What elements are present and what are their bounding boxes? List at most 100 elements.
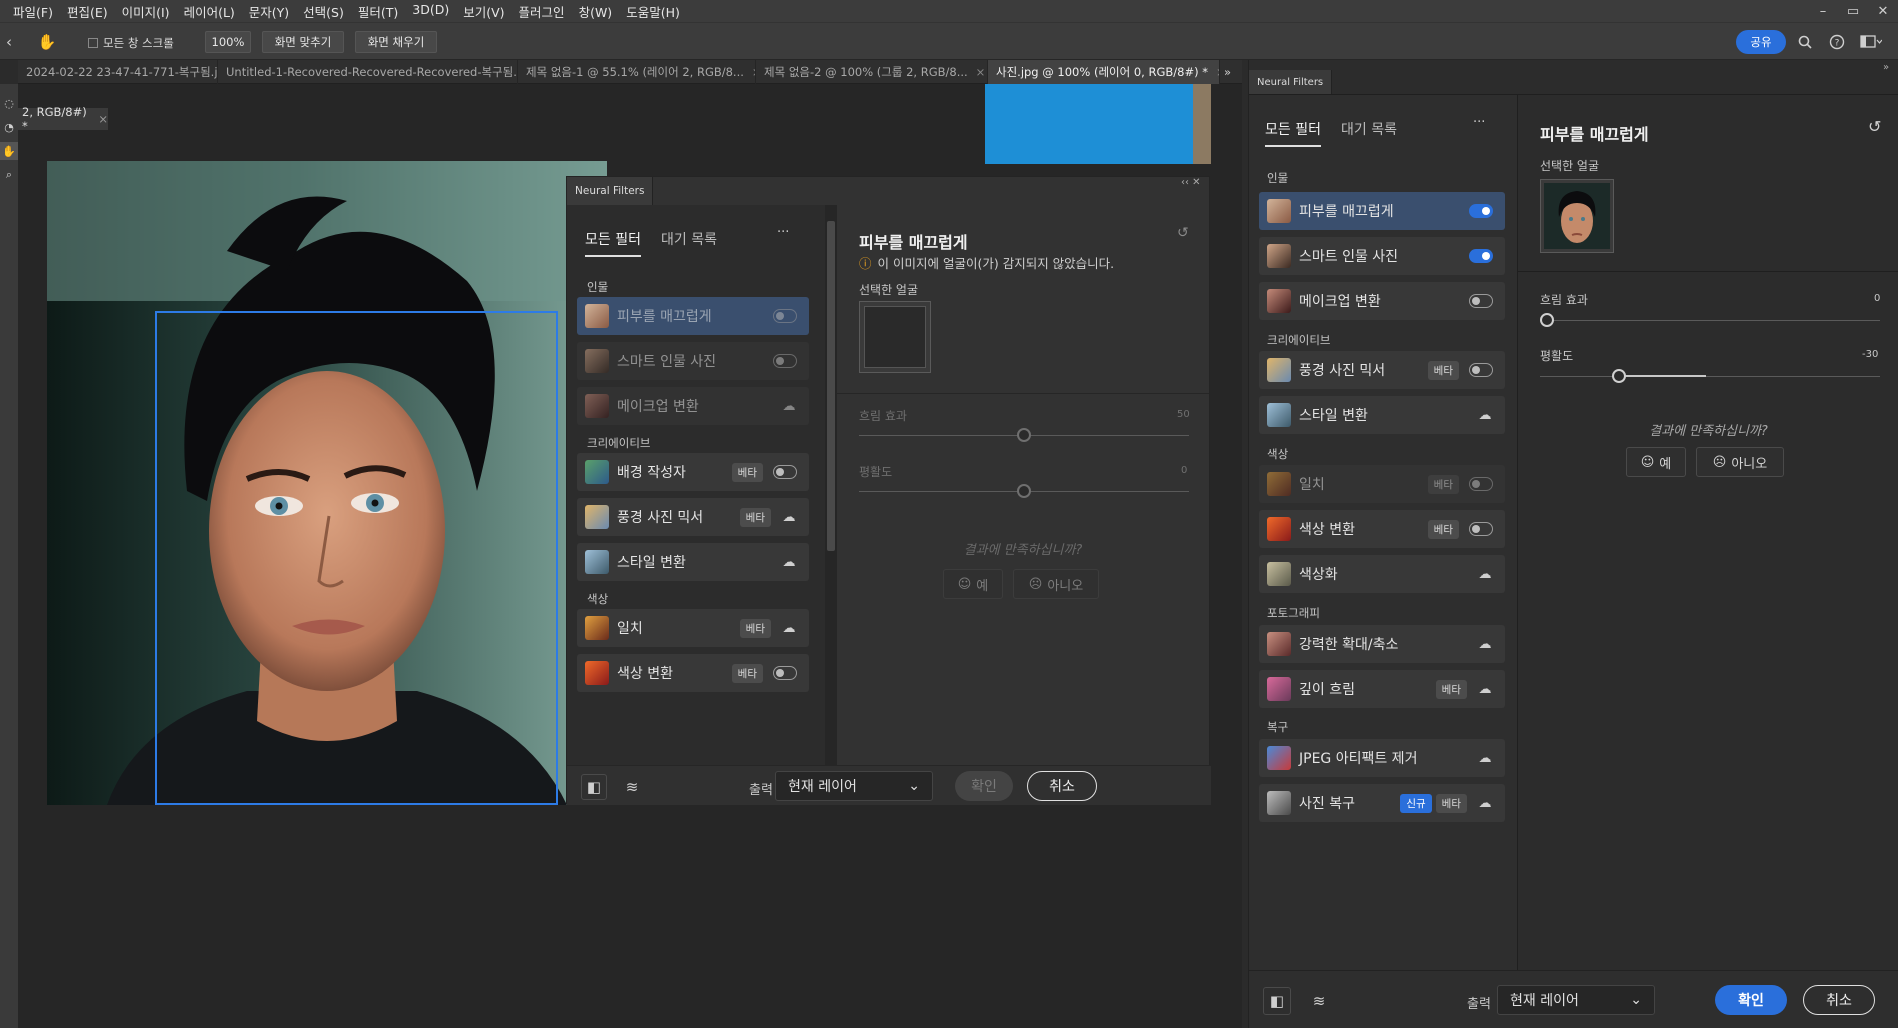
hand-tool-icon[interactable]: ✋	[36, 32, 58, 52]
tab-doc-4[interactable]: 제목 없음-2 @ 100% (그룹 2, RGB/8... ×	[756, 60, 988, 84]
filter-toggle[interactable]	[1469, 477, 1493, 491]
cloud-download-icon[interactable]: ☁	[1477, 637, 1493, 652]
feedback-yes-button[interactable]: ☺ 예	[1626, 447, 1686, 477]
collapse-icon[interactable]: »	[1883, 62, 1889, 73]
layers-icon[interactable]: ≋	[619, 774, 645, 800]
hand-tool-icon[interactable]: ✋	[0, 142, 18, 160]
preview-toggle-icon[interactable]: ◧	[1263, 987, 1291, 1015]
menu-item[interactable]: 필터(T)	[351, 2, 405, 21]
filter-row-landscape-mixer[interactable]: 풍경 사진 믹서 베타 ☁	[577, 498, 809, 536]
back-icon[interactable]: ‹	[2, 33, 16, 51]
workspace-icon[interactable]	[1856, 32, 1886, 52]
smooth-slider-track[interactable]	[1540, 376, 1880, 377]
filter-row-jpeg-artifact-removal[interactable]: JPEG 아티팩트 제거 ☁	[1259, 739, 1505, 777]
filter-toggle[interactable]	[1469, 522, 1493, 536]
tab-doc-5[interactable]: 사진.jpg @ 100% (레이어 0, RGB/8#) *×	[988, 60, 1220, 84]
reset-icon[interactable]: ↺	[1177, 225, 1189, 241]
filter-row-skin-smoothing[interactable]: 피부를 매끄럽게	[577, 297, 809, 335]
menu-item[interactable]: 3D(D)	[405, 2, 456, 21]
menu-item[interactable]: 플러그인	[512, 2, 572, 21]
cancel-button[interactable]: 취소	[1027, 771, 1097, 801]
restore-button[interactable]: ▭	[1838, 0, 1868, 22]
cloud-download-icon[interactable]: ☁	[1477, 751, 1493, 766]
blur-slider-knob[interactable]	[1017, 428, 1031, 442]
filter-row-harmonization[interactable]: 일치 베타 ☁	[577, 609, 809, 647]
brush-tool-icon[interactable]: ◔	[0, 118, 18, 136]
minimize-button[interactable]: –	[1808, 0, 1838, 22]
tab-wait-list[interactable]: 대기 목록	[661, 229, 717, 257]
more-tabs-icon[interactable]: »	[1220, 60, 1242, 84]
filter-row-depth-blur[interactable]: 깊이 흐림 베타 ☁	[1259, 670, 1505, 708]
output-select[interactable]: 현재 레이어 ⌄	[775, 771, 933, 801]
cloud-download-icon[interactable]: ☁	[781, 621, 797, 636]
cloud-download-icon[interactable]: ☁	[781, 399, 797, 414]
filter-row-smart-portrait[interactable]: 스마트 인물 사진	[1259, 237, 1505, 275]
filter-row-background-creator[interactable]: 배경 작성자 베타	[577, 453, 809, 491]
preview-toggle-icon[interactable]: ◧	[581, 774, 607, 800]
smooth-slider-knob[interactable]	[1017, 484, 1031, 498]
cloud-download-icon[interactable]: ☁	[1477, 567, 1493, 582]
menu-item[interactable]: 문자(Y)	[242, 2, 296, 21]
zoom-field[interactable]: 100%	[205, 31, 251, 53]
filter-row-color-transfer[interactable]: 색상 변환 베타	[577, 654, 809, 692]
output-select[interactable]: 현재 레이어 ⌄	[1497, 985, 1655, 1015]
blur-slider-track[interactable]	[1540, 320, 1880, 321]
cloud-download-icon[interactable]: ☁	[1477, 408, 1493, 423]
filter-toggle[interactable]	[1469, 294, 1493, 308]
help-icon[interactable]: ?	[1826, 32, 1848, 52]
filter-row-style-transfer[interactable]: 스타일 변환 ☁	[1259, 396, 1505, 434]
filter-row-skin-smoothing[interactable]: 피부를 매끄럽게	[1259, 192, 1505, 230]
filter-row-landscape-mixer[interactable]: 풍경 사진 믹서 베타	[1259, 351, 1505, 389]
filter-row-harmonization[interactable]: 일치 베타	[1259, 465, 1505, 503]
more-icon[interactable]: ···	[1473, 115, 1485, 130]
ok-button[interactable]: 확인	[1715, 985, 1787, 1015]
filter-toggle[interactable]	[1469, 363, 1493, 377]
cloud-download-icon[interactable]: ☁	[1477, 682, 1493, 697]
filter-row-colorize[interactable]: 색상화 ☁	[1259, 555, 1505, 593]
more-icon[interactable]: ···	[777, 225, 789, 240]
filter-toggle[interactable]	[1469, 204, 1493, 218]
feedback-no-button[interactable]: ☹ 아니오	[1696, 447, 1784, 477]
tab-wait-list[interactable]: 대기 목록	[1341, 119, 1397, 147]
selected-face-thumb[interactable]	[859, 301, 931, 373]
cloud-download-icon[interactable]: ☁	[1477, 796, 1493, 811]
close-icon[interactable]: ×	[98, 112, 108, 126]
lasso-tool-icon[interactable]: ◌	[0, 94, 18, 112]
filter-toggle[interactable]	[773, 309, 797, 323]
cloud-download-icon[interactable]: ☁	[781, 510, 797, 525]
layers-icon[interactable]: ≋	[1305, 987, 1333, 1015]
filter-row-makeup-transfer[interactable]: 메이크업 변환 ☁	[577, 387, 809, 425]
filter-toggle[interactable]	[1469, 249, 1493, 263]
menu-item[interactable]: 보기(V)	[456, 2, 511, 21]
filter-row-super-zoom[interactable]: 강력한 확대/축소 ☁	[1259, 625, 1505, 663]
scrollbar-thumb[interactable]	[827, 221, 835, 551]
menu-item[interactable]: 도움말(H)	[619, 2, 687, 21]
smooth-slider-knob[interactable]	[1612, 369, 1626, 383]
filter-row-color-transfer[interactable]: 색상 변환 베타	[1259, 510, 1505, 548]
checkbox-box[interactable]	[88, 38, 98, 48]
filter-toggle[interactable]	[773, 465, 797, 479]
close-icon[interactable]: ×	[976, 65, 986, 79]
tab-doc-2[interactable]: Untitled-1-Recovered-Recovered-Recovered…	[218, 60, 518, 84]
blur-slider-knob[interactable]	[1540, 313, 1554, 327]
menu-item[interactable]: 이미지(I)	[115, 2, 177, 21]
feedback-yes-button[interactable]: ☺ 예	[943, 569, 1003, 599]
tab-all-filters[interactable]: 모든 필터	[585, 229, 641, 257]
cloud-download-icon[interactable]: ☁	[781, 555, 797, 570]
filter-row-makeup-transfer[interactable]: 메이크업 변환	[1259, 282, 1505, 320]
search-icon[interactable]	[1794, 32, 1816, 52]
filter-row-photo-restoration[interactable]: 사진 복구 신규 베타 ☁	[1259, 784, 1505, 822]
filter-row-smart-portrait[interactable]: 스마트 인물 사진	[577, 342, 809, 380]
selected-face-thumb[interactable]	[1540, 179, 1614, 253]
cancel-button[interactable]: 취소	[1803, 985, 1875, 1015]
scroll-all-checkbox[interactable]: 모든 창 스크롤	[88, 35, 174, 51]
filter-toggle[interactable]	[773, 354, 797, 368]
feedback-no-button[interactable]: ☹ 아니오	[1013, 569, 1099, 599]
fit-screen-button[interactable]: 화면 맞추기	[262, 31, 344, 53]
share-button[interactable]: 공유	[1736, 30, 1786, 54]
tab-doc-3[interactable]: 제목 없음-1 @ 55.1% (레이어 2, RGB/8...×	[518, 60, 756, 84]
filter-toggle[interactable]	[773, 666, 797, 680]
secondary-document-tab[interactable]: 2, RGB/8#) * ×	[18, 105, 108, 133]
zoom-tool-icon[interactable]: ⌕	[0, 166, 18, 184]
collapse-icon[interactable]: ‹‹ ✕	[1181, 177, 1201, 188]
